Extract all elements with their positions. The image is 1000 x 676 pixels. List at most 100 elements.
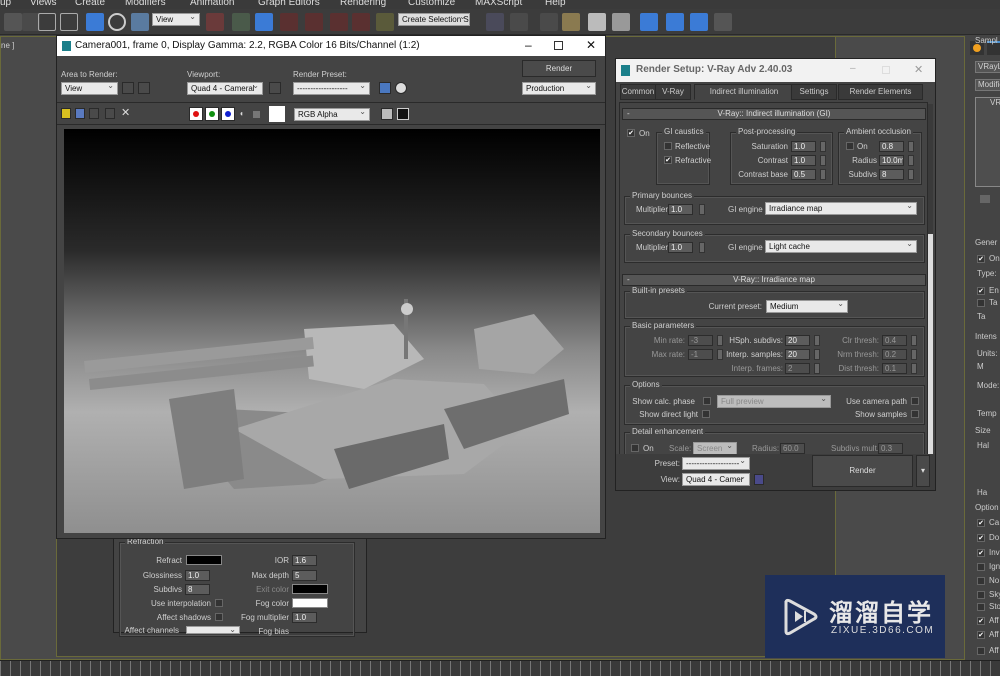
curve-editor-icon[interactable] [588, 13, 606, 31]
ao-amount-spinner[interactable]: 0.8 [879, 141, 904, 152]
spinner-arrows[interactable] [911, 349, 917, 360]
command-panel-item[interactable]: No [977, 576, 999, 585]
refract-color-swatch[interactable] [186, 555, 222, 565]
checkbox[interactable] [977, 603, 985, 611]
lock-icon[interactable] [269, 82, 281, 94]
render-setup-icon[interactable] [379, 82, 391, 94]
preset-dropdown[interactable]: -------------------- [682, 457, 750, 470]
saturation-spinner[interactable]: 1.0 [791, 141, 816, 152]
display-channel-dropdown[interactable]: RGB Alpha [294, 108, 370, 121]
spinner-arrows[interactable] [908, 169, 914, 180]
layer-manager-icon[interactable] [540, 13, 558, 31]
gi-on-checkbox[interactable]: ✔ [627, 129, 635, 137]
command-panel-item[interactable]: Sky [977, 590, 1000, 599]
nrm-thresh-spinner[interactable]: 0.2 [882, 349, 907, 360]
refractive-checkbox[interactable]: ✔ [664, 156, 672, 164]
clear-icon[interactable]: ✕ [121, 106, 130, 119]
show-direct-light-checkbox[interactable] [702, 410, 710, 418]
spinner-arrows[interactable] [908, 155, 914, 166]
clr-thresh-spinner[interactable]: 0.4 [882, 335, 907, 346]
exit-color-swatch[interactable] [292, 584, 328, 594]
affect-channels-dropdown[interactable] [186, 626, 240, 634]
mirror-icon[interactable] [486, 13, 504, 31]
angle-snap-icon[interactable] [305, 13, 323, 31]
scene-explorer-icon[interactable] [562, 13, 580, 31]
keyboard-shortcut-icon[interactable] [255, 13, 273, 31]
frame-window-titlebar[interactable]: Camera001, frame 0, Display Gamma: 2.2, … [57, 36, 605, 56]
spinner-arrows[interactable] [911, 335, 917, 346]
menu-graph-editors[interactable]: Graph Editors [258, 0, 320, 8]
subdivs-spinner[interactable]: 8 [185, 584, 210, 595]
render-setup-icon[interactable] [666, 13, 684, 31]
red-channel-button[interactable] [189, 107, 203, 121]
reflective-checkbox[interactable] [664, 142, 672, 150]
clone-frame-icon[interactable] [89, 108, 99, 119]
calc-mode-dropdown[interactable]: Full preview [717, 395, 831, 408]
material-editor-icon[interactable] [640, 13, 658, 31]
command-panel-item[interactable]: ✔ Aff [977, 616, 999, 625]
menu-views[interactable]: Views [30, 0, 57, 8]
tab-v-ray[interactable]: V-Ray [655, 84, 691, 100]
select-manipulate-icon[interactable] [232, 13, 250, 31]
checkbox[interactable]: ✔ [977, 287, 985, 295]
command-panel-item[interactable]: ✔ On [977, 254, 1000, 263]
spinner-arrows[interactable] [820, 141, 826, 152]
spinner-arrows[interactable] [820, 155, 826, 166]
tab-common[interactable]: Common [620, 84, 656, 100]
spinner-arrows[interactable] [699, 242, 705, 253]
menu-up[interactable]: up [0, 0, 11, 8]
secondary-multiplier-spinner[interactable]: 1.0 [668, 242, 693, 253]
dist-thresh-spinner[interactable]: 0.1 [882, 363, 907, 374]
view-lock-icon[interactable] [754, 474, 764, 485]
render-mode-dropdown[interactable]: Production [522, 82, 596, 95]
spinner-arrows[interactable] [814, 349, 820, 360]
spinner-arrows[interactable] [820, 169, 826, 180]
maximize-button[interactable] [882, 66, 890, 74]
command-panel-item[interactable]: ✔ Do [977, 533, 999, 542]
max-rate-spinner[interactable]: -1 [688, 349, 713, 360]
detail-on-checkbox[interactable] [631, 444, 639, 452]
spinner-arrows[interactable] [814, 335, 820, 346]
tab-render-elements[interactable]: Render Elements [838, 84, 923, 100]
checkbox[interactable]: ✔ [977, 534, 985, 542]
edit-named-selection-icon[interactable] [376, 13, 394, 31]
spinner-snap-icon[interactable] [352, 13, 370, 31]
toggle-overlays-icon[interactable] [397, 108, 409, 120]
monochrome-icon[interactable] [253, 111, 260, 118]
menu-modifiers[interactable]: Modifiers [125, 0, 166, 8]
environment-icon[interactable] [395, 82, 407, 94]
current-preset-dropdown[interactable]: Medium [766, 300, 848, 313]
select-icon[interactable] [4, 13, 22, 31]
scrollbar-track[interactable] [928, 104, 933, 454]
command-panel-item[interactable]: Ta [977, 298, 997, 307]
close-button[interactable]: ✕ [586, 38, 596, 52]
command-panel-item[interactable]: Ign [977, 562, 1000, 571]
checkbox[interactable] [977, 591, 985, 599]
use-camera-path-checkbox[interactable] [911, 397, 919, 405]
affect-shadows-checkbox[interactable] [215, 613, 223, 621]
copy-image-icon[interactable] [75, 108, 85, 119]
max-depth-spinner[interactable]: 5 [292, 570, 317, 581]
rendered-frame-window-icon[interactable] [690, 13, 708, 31]
tab-settings[interactable]: Settings [791, 84, 837, 100]
checkbox[interactable] [977, 647, 985, 655]
menu-create[interactable]: Create [75, 0, 105, 8]
spinner-arrows[interactable] [814, 363, 820, 374]
reference-coord-dropdown[interactable]: View [152, 13, 200, 26]
percent-snap-icon[interactable] [330, 13, 348, 31]
menu-maxscript[interactable]: MAXScript [475, 0, 522, 8]
rotate-icon[interactable] [108, 13, 126, 31]
edit-region-icon[interactable] [122, 82, 134, 94]
min-rate-spinner[interactable]: -3 [688, 335, 713, 346]
window-crossing-icon[interactable] [60, 13, 78, 31]
viewport-dropdown[interactable]: Quad 4 - Cameral [187, 82, 263, 95]
command-panel-item[interactable]: Sto [977, 602, 1000, 611]
contrast-base-spinner[interactable]: 0.5 [791, 169, 816, 180]
render-preset-dropdown[interactable]: ------------------- [293, 82, 370, 95]
checkbox[interactable] [977, 299, 985, 307]
scrollbar-thumb[interactable] [928, 234, 933, 454]
rect-selection-icon[interactable] [38, 13, 56, 31]
primary-gi-engine-dropdown[interactable]: Irradiance map [765, 202, 917, 215]
auto-region-icon[interactable] [138, 82, 150, 94]
save-image-icon[interactable] [61, 108, 71, 119]
